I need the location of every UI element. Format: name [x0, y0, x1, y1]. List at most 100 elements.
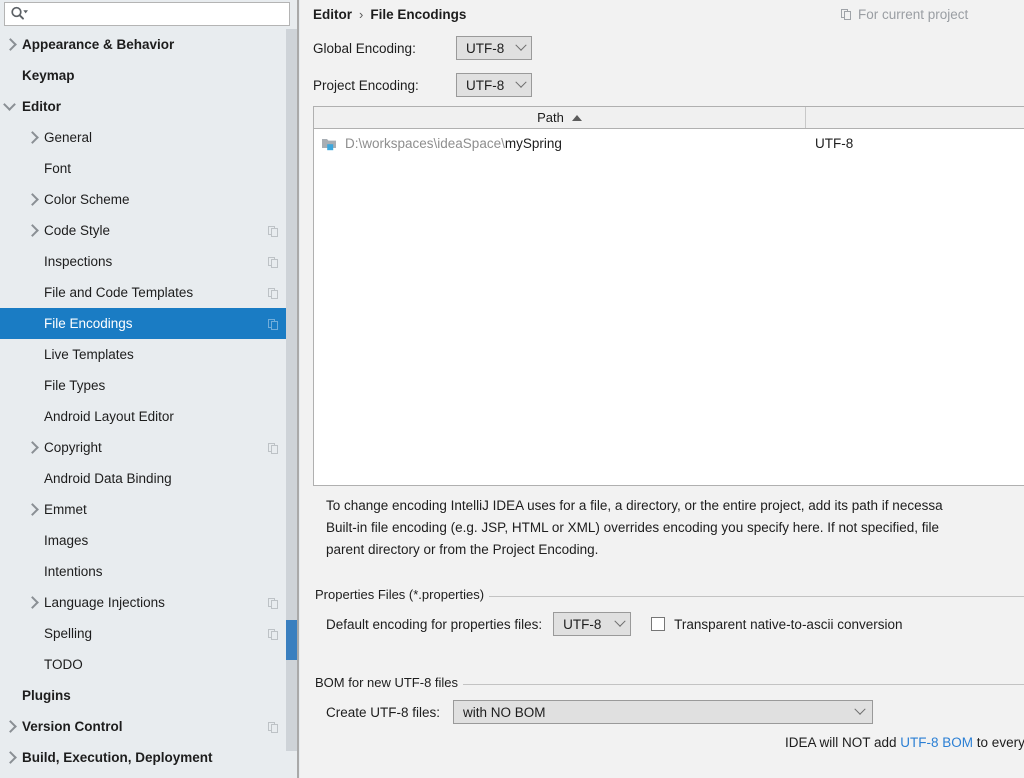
sidebar-item-label: Live Templates [44, 347, 134, 362]
default-properties-encoding-label: Default encoding for properties files: [326, 616, 543, 632]
encodings-table[interactable]: Path D:\workspaces\ideaSpace\ mySpring UTF… [313, 106, 1024, 486]
chevron-right-icon[interactable] [0, 711, 22, 742]
default-properties-encoding-select[interactable]: UTF-8 [553, 612, 632, 636]
sidebar-item-version-control[interactable]: Version Control [0, 711, 286, 742]
sidebar-item-general[interactable]: General [0, 122, 286, 153]
sidebar-item-emmet[interactable]: Emmet [0, 494, 286, 525]
sidebar-item-file-encodings[interactable]: File Encodings [0, 308, 286, 339]
group-rule [478, 596, 1024, 597]
chevron-right-icon[interactable] [22, 122, 44, 153]
chevron-right-icon[interactable] [22, 494, 44, 525]
create-utf8-files-label: Create UTF-8 files: [326, 704, 441, 720]
sidebar-item-label: Android Data Binding [44, 471, 172, 486]
sidebar-item-copyright[interactable]: Copyright [0, 432, 286, 463]
sidebar-item-live-templates[interactable]: Live Templates [0, 339, 286, 370]
chevron-right-icon[interactable] [22, 587, 44, 618]
sidebar-item-file-and-code-templates[interactable]: File and Code Templates [0, 277, 286, 308]
sidebar-item-label: Code Style [44, 223, 111, 238]
column-header-encoding[interactable] [806, 107, 1024, 128]
chevron-right-icon[interactable] [22, 215, 44, 246]
sidebar-item-images[interactable]: Images [0, 525, 286, 556]
column-header-path[interactable]: Path [314, 107, 806, 128]
project-encoding-label: Project Encoding: [313, 77, 419, 93]
table-cell-path-name: mySpring [504, 135, 562, 151]
sidebar-divider [297, 0, 299, 778]
breadcrumb-parent[interactable]: Editor [313, 7, 352, 22]
sidebar-item-inspections[interactable]: Inspections [0, 246, 286, 277]
bom-group-title: BOM for new UTF-8 files [313, 675, 464, 690]
checkbox-box[interactable] [651, 617, 666, 631]
sidebar-item-language-injections[interactable]: Language Injections [0, 587, 286, 618]
group-rule [440, 684, 1024, 685]
copy-icon [260, 308, 286, 339]
default-properties-encoding-row: Default encoding for properties files: U… [326, 612, 902, 636]
settings-sidebar: Appearance & Behavior Keymap Editor General… [0, 0, 300, 778]
copy-icon [260, 215, 286, 246]
transparent-native-to-ascii-label: Transparent native-to-ascii conversion [674, 616, 903, 632]
sidebar-item-todo[interactable]: TODO [0, 649, 286, 680]
global-encoding-select[interactable]: UTF-8 [456, 36, 532, 60]
sidebar-item-label: Editor [22, 99, 61, 114]
global-encoding-row: Global Encoding: UTF-8 [313, 36, 532, 60]
sidebar-item-android-layout-editor[interactable]: Android Layout Editor [0, 401, 286, 432]
chevron-right-icon[interactable] [22, 432, 44, 463]
create-utf8-files-select[interactable]: with NO BOM [453, 700, 874, 724]
sidebar-item-label: Copyright [44, 440, 102, 455]
create-utf8-files-row: Create UTF-8 files: with NO BOM [326, 700, 874, 724]
settings-tree[interactable]: Appearance & Behavior Keymap Editor General… [0, 29, 286, 778]
chevron-down-icon[interactable] [0, 91, 22, 122]
chevron-right-icon[interactable] [0, 742, 22, 773]
settings-dialog: Appearance & Behavior Keymap Editor General… [0, 0, 1024, 778]
sidebar-scrollbar-thumb[interactable] [286, 620, 297, 660]
search-icon [10, 6, 28, 22]
sort-ascending-icon [571, 114, 582, 121]
transparent-native-to-ascii-checkbox[interactable]: Transparent native-to-ascii conversion [651, 617, 902, 632]
table-header-row: Path [314, 107, 1024, 129]
sidebar-item-label: Build, Execution, Deployment [22, 750, 213, 765]
chevron-down-icon [515, 39, 527, 51]
properties-files-group-title: Properties Files (*.properties) [313, 587, 490, 602]
chevron-right-icon[interactable] [0, 29, 22, 60]
bom-note-suffix: to every created file in UTF-8 encoding [976, 735, 1024, 750]
search-input[interactable] [28, 4, 289, 24]
project-encoding-select[interactable]: UTF-8 [456, 73, 532, 97]
sidebar-item-android-data-binding[interactable]: Android Data Binding [0, 463, 286, 494]
sidebar-item-color-scheme[interactable]: Color Scheme [0, 184, 286, 215]
table-row[interactable]: D:\workspaces\ideaSpace\ mySpring UTF-8 [314, 129, 1024, 157]
sidebar-item-code-style[interactable]: Code Style [0, 215, 286, 246]
chevron-down-icon [515, 76, 527, 88]
utf8-bom-link[interactable]: UTF-8 BOM [900, 735, 973, 750]
sidebar-item-font[interactable]: Font [0, 153, 286, 184]
sidebar-item-appearance-behavior[interactable]: Appearance & Behavior [0, 29, 286, 60]
search-box[interactable] [4, 2, 290, 26]
chevron-right-icon[interactable] [22, 184, 44, 215]
sidebar-item-intentions[interactable]: Intentions [0, 556, 286, 587]
global-encoding-value: UTF-8 [466, 40, 505, 56]
sidebar-item-label: Android Layout Editor [44, 409, 174, 424]
sidebar-item-label: TODO [44, 657, 83, 672]
sidebar-item-keymap[interactable]: Keymap [0, 60, 286, 91]
sidebar-item-label: File Encodings [44, 316, 133, 331]
sidebar-item-file-types[interactable]: File Types [0, 370, 286, 401]
sidebar-item-editor[interactable]: Editor [0, 91, 286, 122]
sidebar-item-spelling[interactable]: Spelling [0, 618, 286, 649]
table-cell-encoding[interactable]: UTF-8 [806, 136, 1024, 151]
default-properties-encoding-value: UTF-8 [563, 616, 602, 632]
copy-icon [260, 277, 286, 308]
sidebar-item-label: Keymap [22, 68, 75, 83]
sidebar-item-label: Plugins [22, 688, 71, 703]
sidebar-item-build-execution-deployment[interactable]: Build, Execution, Deployment [0, 742, 286, 773]
copy-icon [260, 432, 286, 463]
sidebar-item-plugins[interactable]: Plugins [0, 680, 286, 711]
sidebar-item-label: Spelling [44, 626, 93, 641]
sidebar-item-label: Emmet [44, 502, 87, 517]
sidebar-item-label: Color Scheme [44, 192, 130, 207]
